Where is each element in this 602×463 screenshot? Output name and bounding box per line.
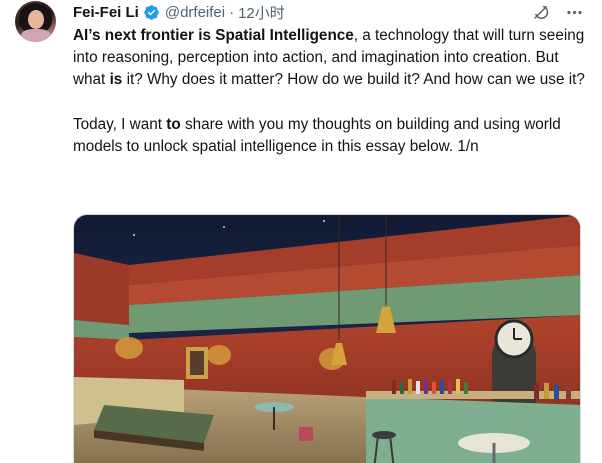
tweet-media-image[interactable] <box>73 214 581 463</box>
tweet-header: Fei-Fei Li @drfeifei · 12小时 <box>73 1 285 23</box>
author-name[interactable]: Fei-Fei Li <box>73 4 139 21</box>
tweet-paragraph-1: AI’s next frontier is Spatial Intelligen… <box>73 25 593 92</box>
tweet-text-run: Today, I want <box>73 115 167 133</box>
tweet[interactable]: Fei-Fei Li @drfeifei · 12小时 AI’s next fr… <box>0 0 602 463</box>
tweet-bold-word: to <box>166 115 181 133</box>
tweet-text-run: it? Why does it matter? How do we build … <box>122 71 585 89</box>
tweet-timestamp[interactable]: 12小时 <box>238 2 285 23</box>
more-options-icon[interactable] <box>565 3 584 22</box>
avatar-face <box>28 10 44 29</box>
avatar[interactable] <box>15 1 56 42</box>
tweet-bold-word: is <box>109 71 123 89</box>
avatar-shirt <box>21 29 51 42</box>
tweet-bold-headline: AI’s next frontier is Spatial Intelligen… <box>73 27 354 44</box>
room-scene-illustration <box>74 215 580 463</box>
header-separator: · <box>229 3 235 21</box>
author-handle[interactable]: @drfeifei <box>165 4 225 21</box>
tweet-paragraph-2: Today, I want to share with you my thoug… <box>73 114 593 158</box>
verified-badge-icon <box>144 4 159 20</box>
tweet-text: AI’s next frontier is Spatial Intelligen… <box>73 25 593 158</box>
grok-icon[interactable] <box>532 3 550 21</box>
